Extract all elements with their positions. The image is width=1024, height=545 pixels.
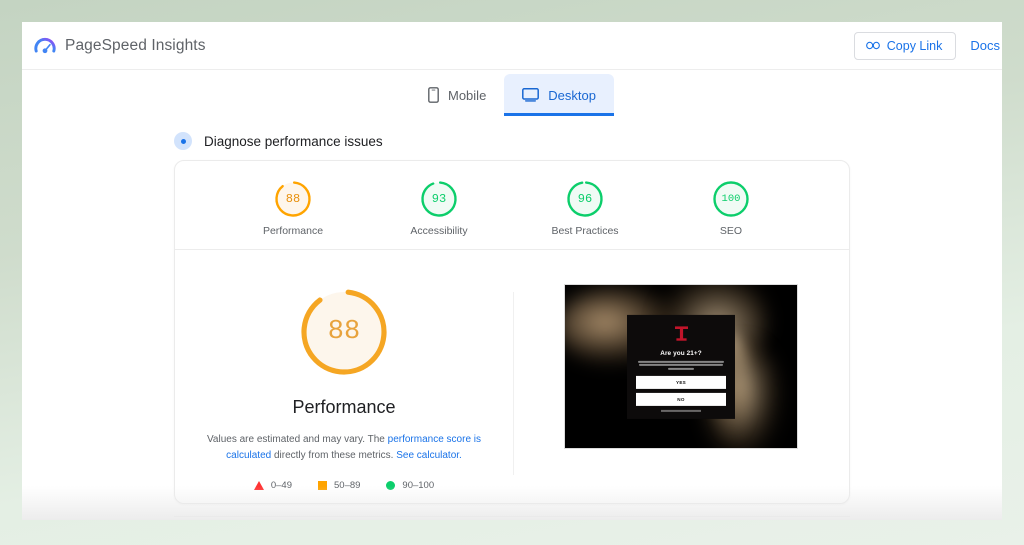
metrics-bar: METRICS Expand view [174, 516, 850, 520]
score-gauge-accessibility: 93 [419, 179, 459, 219]
score-label-seo: SEO [719, 225, 743, 237]
note-text-1: Values are estimated and may vary. The [206, 434, 388, 445]
score-legend: 0–49 50–89 90–100 [253, 480, 434, 491]
square-icon [318, 481, 327, 490]
tab-desktop-label: Desktop [548, 87, 596, 103]
vertical-divider [513, 292, 514, 475]
score-gauge-best-practices: 96 [565, 179, 605, 219]
score-performance[interactable]: 88 Performance [241, 179, 345, 237]
score-label-best-practices: Best Practices [551, 225, 619, 237]
age-gate-modal: Are you 21+? YES NO [627, 314, 735, 419]
performance-summary: 88 Performance Values are estimated and … [175, 284, 513, 491]
pagespeed-gauge-icon [34, 35, 56, 57]
app-window: PageSpeed Insights Copy Link Docs Mobile… [22, 22, 1002, 520]
performance-gauge: 88 [296, 284, 392, 380]
score-value-accessibility: 93 [431, 192, 447, 206]
mobile-phone-icon [428, 87, 439, 103]
radio-dot-icon [174, 132, 192, 150]
legend-item-fail: 0–49 [253, 480, 292, 491]
copy-link-button[interactable]: Copy Link [853, 31, 957, 60]
age-gate-no-label: NO [677, 396, 685, 402]
docs-link[interactable]: Docs [970, 38, 1002, 53]
circle-icon [386, 481, 396, 490]
category-score-row: 88 Performance 93 Accessibility 96 Best … [175, 161, 849, 250]
age-gate-subtext [638, 360, 724, 370]
tab-mobile[interactable]: Mobile [410, 74, 504, 116]
app-title: PageSpeed Insights [65, 36, 206, 54]
copy-link-label: Copy Link [886, 38, 943, 53]
see-calculator-link[interactable]: See calculator. [396, 450, 462, 461]
legend-item-average: 50–89 [318, 480, 360, 491]
legend-range-average: 50–89 [334, 480, 361, 491]
tab-desktop[interactable]: Desktop [504, 74, 614, 116]
legend-range-pass: 90–100 [402, 480, 435, 491]
brand-logo-icon [674, 325, 688, 341]
score-accessibility[interactable]: 93 Accessibility [387, 179, 491, 237]
link-icon [865, 41, 880, 50]
score-gauge-performance: 88 [273, 179, 313, 219]
legend-item-pass: 90–100 [386, 480, 434, 491]
age-gate-title: Are you 21+? [660, 349, 702, 357]
performance-title: Performance [292, 397, 396, 417]
legend-range-fail: 0–49 [270, 480, 292, 491]
screenshot-column: Are you 21+? YES NO [513, 284, 849, 491]
score-label-performance: Performance [262, 225, 324, 237]
performance-gauge-value: 88 [327, 317, 361, 347]
age-gate-yes-button[interactable]: YES [636, 375, 726, 389]
score-value-best-practices: 96 [577, 192, 593, 206]
desktop-monitor-icon [522, 88, 540, 102]
age-gate-yes-label: YES [675, 379, 687, 385]
diagnose-section-header: Diagnose performance issues [22, 116, 1002, 160]
score-label-accessibility: Accessibility [410, 225, 468, 237]
diagnose-label: Diagnose performance issues [204, 133, 383, 149]
performance-note: Values are estimated and may vary. The p… [199, 432, 489, 463]
score-seo[interactable]: 100 SEO [679, 179, 783, 237]
tab-mobile-label: Mobile [448, 87, 487, 103]
score-value-seo: 100 [721, 193, 741, 205]
triangle-icon [253, 481, 264, 490]
report-card: 88 Performance 93 Accessibility 96 Best … [174, 160, 850, 504]
score-gauge-seo: 100 [711, 179, 751, 219]
brand: PageSpeed Insights [34, 35, 206, 57]
form-factor-tabs: Mobile Desktop [22, 70, 1002, 116]
page-screenshot-thumbnail[interactable]: Are you 21+? YES NO [564, 284, 798, 449]
age-gate-no-button[interactable]: NO [636, 392, 726, 406]
score-value-performance: 88 [285, 192, 301, 206]
score-best-practices[interactable]: 96 Best Practices [533, 179, 637, 237]
report-card-body: 88 Performance Values are estimated and … [175, 250, 849, 503]
header-actions: Copy Link Docs [853, 31, 1002, 60]
app-header: PageSpeed Insights Copy Link Docs [22, 22, 1002, 70]
screenshot-root: PageSpeed Insights Copy Link Docs Mobile… [0, 0, 1024, 545]
age-gate-footer-text [661, 409, 701, 412]
note-text-2: directly from these metrics. [271, 449, 397, 461]
